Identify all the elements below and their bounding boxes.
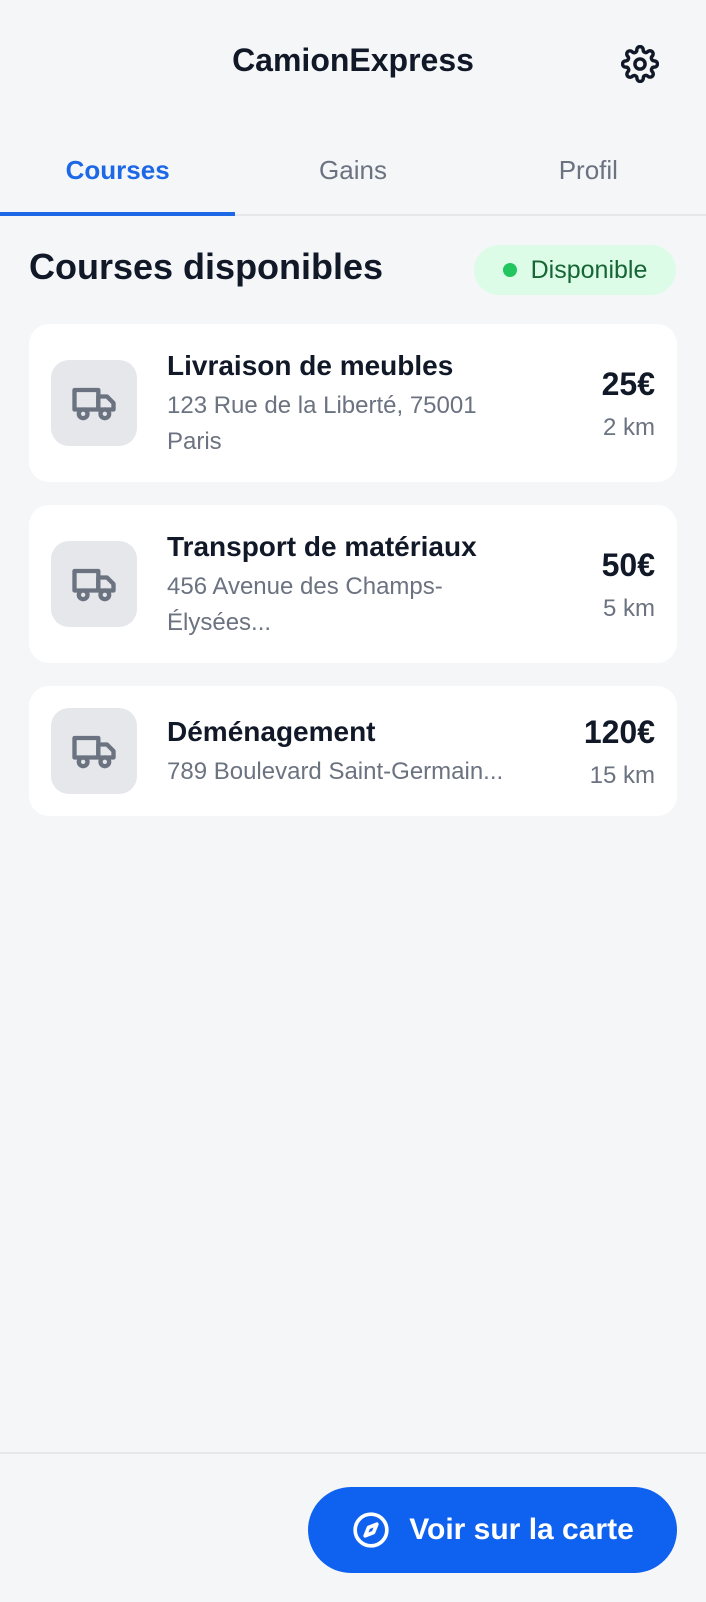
view-map-label: Voir sur la carte bbox=[409, 1513, 634, 1546]
view-map-button[interactable]: Voir sur la carte bbox=[308, 1487, 677, 1573]
job-icon-box bbox=[51, 541, 137, 627]
app-title: CamionExpress bbox=[232, 42, 474, 78]
truck-icon bbox=[72, 387, 116, 421]
tab-bar: Courses Gains Profil bbox=[0, 130, 706, 216]
section-title: Courses disponibles bbox=[29, 246, 384, 287]
compass-icon bbox=[353, 1512, 389, 1548]
job-icon-box bbox=[51, 708, 137, 794]
status-label: Disponible bbox=[530, 255, 648, 284]
job-distance: 2 km bbox=[602, 414, 655, 441]
job-price: 25€ bbox=[601, 366, 655, 402]
job-card[interactable]: Déménagement 789 Boulevard Saint-Germain… bbox=[29, 686, 677, 816]
job-title: Transport de matériaux bbox=[167, 531, 477, 562]
job-distance: 15 km bbox=[589, 762, 655, 789]
tab-profil[interactable]: Profil bbox=[471, 130, 706, 214]
job-card[interactable]: Livraison de meubles 123 Rue de la Liber… bbox=[29, 324, 677, 482]
job-title: Déménagement bbox=[167, 716, 376, 747]
tab-gains[interactable]: Gains bbox=[235, 130, 470, 214]
job-price: 120€ bbox=[583, 714, 655, 750]
bottom-bar: Voir sur la carte bbox=[0, 1452, 706, 1602]
job-address: 456 Avenue des Champs-Élysées... bbox=[167, 573, 443, 636]
job-address: 789 Boulevard Saint-Germain... bbox=[167, 758, 504, 785]
tab-courses[interactable]: Courses bbox=[0, 130, 236, 216]
job-icon-box bbox=[51, 360, 137, 446]
gear-icon bbox=[621, 45, 659, 83]
app-header: CamionExpress bbox=[0, 0, 706, 130]
job-price: 50€ bbox=[601, 547, 655, 583]
settings-button[interactable] bbox=[620, 44, 660, 84]
job-distance: 5 km bbox=[602, 595, 655, 622]
status-badge[interactable]: Disponible bbox=[474, 245, 676, 295]
job-title: Livraison de meubles bbox=[167, 350, 454, 381]
status-dot-icon bbox=[502, 263, 517, 277]
truck-icon bbox=[72, 735, 116, 769]
job-address: 123 Rue de la Liberté, 75001 Paris bbox=[167, 392, 477, 455]
truck-icon bbox=[72, 568, 116, 602]
job-card[interactable]: Transport de matériaux 456 Avenue des Ch… bbox=[29, 505, 677, 663]
